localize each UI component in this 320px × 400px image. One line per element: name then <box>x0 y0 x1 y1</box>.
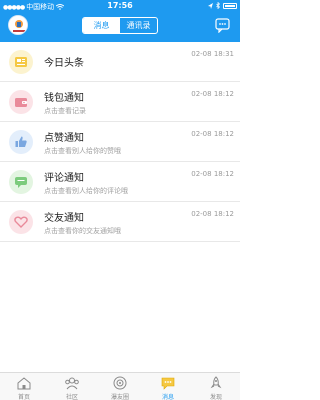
message-subtitle: 点击查看记录 <box>44 107 86 115</box>
message-row-headlines[interactable]: 今日头条 02-08 18:31 <box>0 42 240 82</box>
community-icon <box>65 377 79 390</box>
battery-icon <box>223 2 237 9</box>
message-title: 评论通知 <box>44 173 84 184</box>
news-icon <box>9 50 33 74</box>
message-subtitle: 点击查看别人给你的赞哦 <box>44 147 121 155</box>
message-time: 02-08 18:31 <box>191 50 234 58</box>
status-bar: ●●●●● 中国移动 17:56 <box>0 0 240 12</box>
status-time: 17:56 <box>107 1 133 10</box>
message-subtitle: 点击查看别人给你的评论哦 <box>44 187 128 195</box>
avatar-image <box>9 16 27 34</box>
message-row-friends[interactable]: 交友通知 点击查看你的交友通知哦 02-08 18:12 <box>0 202 240 242</box>
friends-circle-icon <box>113 376 127 390</box>
tab-home[interactable]: 首页 <box>0 373 48 400</box>
thumbs-up-icon <box>9 130 33 154</box>
tab-discover[interactable]: 发现 <box>192 373 240 400</box>
bluetooth-icon <box>216 2 220 9</box>
message-row-comments[interactable]: 评论通知 点击查看别人给你的评论哦 02-08 18:12 <box>0 162 240 202</box>
rocket-icon <box>210 376 222 389</box>
home-icon <box>17 377 31 390</box>
message-title: 今日头条 <box>44 58 84 69</box>
tab-community[interactable]: 社区 <box>48 373 96 400</box>
message-title: 交友通知 <box>44 213 84 224</box>
heart-icon <box>9 210 33 234</box>
message-list: 今日头条 02-08 18:31 钱包通知 点击查看记录 02-08 18:12… <box>0 42 240 242</box>
message-row-wallet[interactable]: 钱包通知 点击查看记录 02-08 18:12 <box>0 82 240 122</box>
comment-icon <box>9 170 33 194</box>
message-time: 02-08 18:12 <box>191 90 234 98</box>
wallet-icon <box>9 90 33 114</box>
message-row-likes[interactable]: 点赞通知 点击查看别人给你的赞哦 02-08 18:12 <box>0 122 240 162</box>
segment-control: 消息 通讯录 <box>82 17 158 34</box>
tab-messages-nav[interactable]: 消息 <box>144 373 192 400</box>
tab-friends-circle[interactable]: 瀑友圈 <box>96 373 144 400</box>
tab-contacts[interactable]: 通讯录 <box>120 18 157 33</box>
message-title: 点赞通知 <box>44 133 84 144</box>
bottom-tab-bar: 首页 社区 瀑友圈 消息 发现 <box>0 372 240 400</box>
message-time: 02-08 18:12 <box>191 130 234 138</box>
tab-messages[interactable]: 消息 <box>83 18 120 33</box>
message-icon <box>161 377 175 390</box>
group-chat-icon[interactable] <box>214 17 232 33</box>
user-avatar[interactable] <box>8 15 28 35</box>
location-icon <box>208 2 213 9</box>
top-header: ●●●●● 中国移动 17:56 消息 通讯录 <box>0 0 240 42</box>
message-title: 钱包通知 <box>44 93 84 104</box>
message-time: 02-08 18:12 <box>191 210 234 218</box>
message-time: 02-08 18:12 <box>191 170 234 178</box>
message-subtitle: 点击查看你的交友通知哦 <box>44 227 121 235</box>
